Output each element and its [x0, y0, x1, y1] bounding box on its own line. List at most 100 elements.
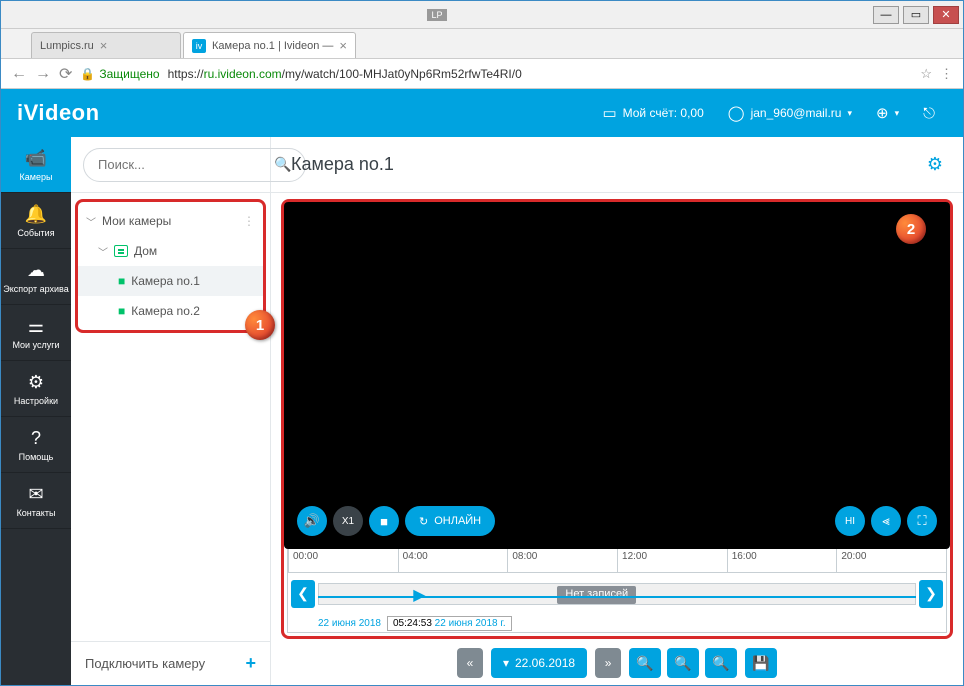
- back-button[interactable]: ←: [11, 65, 27, 83]
- group-icon: [114, 245, 128, 257]
- no-records-label: Нет записей: [557, 586, 636, 604]
- tick: 04:00: [398, 549, 508, 572]
- main-header: Камера no.1 ⚙: [271, 137, 963, 193]
- search-input[interactable]: [98, 157, 274, 172]
- tree-root[interactable]: ﹀ Мои камеры ⋮: [78, 206, 263, 236]
- tick: 00:00: [288, 549, 398, 572]
- titlebar: LP — ▭ ✕: [1, 1, 963, 29]
- plus-icon: +: [245, 653, 256, 674]
- page-title: Камера no.1: [291, 154, 927, 175]
- player-controls: 🔊 X1 ■ ↻ ОНЛАЙН HI ⪡ ⛶: [297, 506, 937, 536]
- reload-button[interactable]: ⟳: [59, 64, 72, 84]
- tick: 16:00: [727, 549, 837, 572]
- rail-settings[interactable]: ⚙Настройки: [1, 361, 71, 417]
- tick: 20:00: [836, 549, 946, 572]
- date-label: 22 июня 2018: [318, 618, 381, 629]
- logout-button[interactable]: ⎋: [911, 89, 947, 137]
- zoom-reset-button[interactable]: 🔍: [705, 648, 737, 678]
- stop-icon: ■: [380, 514, 388, 529]
- connect-camera-button[interactable]: Подключить камеру +: [71, 641, 270, 685]
- forward-button[interactable]: →: [35, 65, 51, 83]
- balance-button[interactable]: ▭ Мой счёт: 0,00: [590, 89, 715, 137]
- timeline-prev-button[interactable]: ❮: [291, 580, 315, 608]
- chevron-down-icon: ﹀: [98, 244, 108, 259]
- rail-cameras[interactable]: 📹Камеры: [1, 137, 71, 193]
- rail-help[interactable]: ?Помощь: [1, 417, 71, 473]
- lock-icon: 🔒: [80, 67, 95, 81]
- more-icon[interactable]: ⋮: [243, 214, 255, 228]
- minimize-button[interactable]: —: [873, 6, 899, 24]
- timeline-ticks: 00:00 04:00 08:00 12:00 16:00 20:00: [288, 549, 946, 573]
- close-icon[interactable]: ×: [100, 38, 108, 53]
- zoom-in-button[interactable]: 🔍: [629, 648, 661, 678]
- user-icon: ◯: [728, 104, 745, 122]
- rail-events[interactable]: 🔔События: [1, 193, 71, 249]
- chevron-down-icon: ▾: [895, 108, 900, 119]
- timeline-track[interactable]: ▶ Нет записей: [318, 583, 916, 605]
- zoom-in-icon: 🔍: [636, 655, 653, 672]
- rail-export[interactable]: ☁Экспорт архива: [1, 249, 71, 305]
- rail-contacts[interactable]: ✉Контакты: [1, 473, 71, 529]
- gear-icon: ⚙: [28, 372, 44, 393]
- timeline: 00:00 04:00 08:00 12:00 16:00 20:00 ❮ ▶ …: [287, 549, 947, 633]
- tree-camera-1[interactable]: ■ Камера no.1: [78, 266, 263, 296]
- nav-rail: 📹Камеры 🔔События ☁Экспорт архива ⚌Мои ус…: [1, 137, 71, 685]
- favicon-icon: iv: [192, 39, 206, 53]
- globe-icon: ⊕: [876, 104, 889, 122]
- address-bar: ← → ⟳ 🔒 Защищено https://ru.ivideon.com/…: [1, 59, 963, 89]
- browser-tab-lumpics[interactable]: Lumpics.ru ×: [31, 32, 181, 58]
- url-text[interactable]: https://ru.ivideon.com/my/watch/100-MHJa…: [168, 67, 913, 81]
- browser-tab-ivideon[interactable]: iv Камера no.1 | Ivideon — ×: [183, 32, 356, 58]
- bell-icon: 🔔: [25, 204, 47, 225]
- share-button[interactable]: ⪡: [871, 506, 901, 536]
- tree-group-home[interactable]: ﹀ Дом: [78, 236, 263, 266]
- window-frame: LP — ▭ ✕ Lumpics.ru × iv Камера no.1 | I…: [0, 0, 964, 686]
- timeline-progress: [318, 596, 916, 598]
- refresh-icon: ↻: [419, 515, 428, 528]
- camera-icon: 📹: [25, 148, 47, 169]
- timeline-body: ❮ ▶ Нет записей ❯: [288, 573, 946, 614]
- fullscreen-icon: ⛶: [917, 513, 926, 529]
- date-prev-fast[interactable]: «: [457, 648, 483, 678]
- app-body: 📹Камеры 🔔События ☁Экспорт архива ⚌Мои ус…: [1, 137, 963, 685]
- timeline-next-button[interactable]: ❯: [919, 580, 943, 608]
- camera-icon: ■: [118, 304, 125, 318]
- mail-icon: ✉: [28, 484, 43, 505]
- mute-button[interactable]: 🔊: [297, 506, 327, 536]
- menu-icon[interactable]: ⋮: [940, 66, 953, 82]
- side-panel: 🔍 ﹀ Мои камеры ⋮ ﹀ Дом ■: [71, 137, 271, 685]
- chevron-down-icon: ﹀: [86, 214, 96, 229]
- secure-indicator: 🔒 Защищено: [80, 67, 159, 81]
- app-header: iVideon ▭ Мой счёт: 0,00 ◯ jan_960@mail.…: [1, 89, 963, 137]
- annotation-box-1: ﹀ Мои камеры ⋮ ﹀ Дом ■ Камера no.1 ■: [75, 199, 266, 333]
- tab-label: Камера no.1 | Ivideon —: [212, 40, 333, 52]
- speed-button[interactable]: X1: [333, 506, 363, 536]
- tab-bar: Lumpics.ru × iv Камера no.1 | Ivideon — …: [1, 29, 963, 59]
- chevron-down-icon: ▾: [847, 108, 852, 119]
- video-player[interactable]: 🔊 X1 ■ ↻ ОНЛАЙН HI ⪡ ⛶: [284, 202, 950, 549]
- help-icon: ?: [31, 428, 41, 449]
- annotation-box-2: 2 🔊 X1 ■ ↻ ОНЛАЙН HI ⪡ ⛶: [281, 199, 953, 639]
- online-button[interactable]: ↻ ОНЛАЙН: [405, 506, 495, 536]
- quality-button[interactable]: HI: [835, 506, 865, 536]
- camera-icon: ■: [118, 274, 125, 288]
- wallet-icon: ▭: [602, 104, 616, 122]
- rail-services[interactable]: ⚌Мои услуги: [1, 305, 71, 361]
- save-button[interactable]: 💾: [745, 648, 777, 678]
- stop-button[interactable]: ■: [369, 506, 399, 536]
- settings-button[interactable]: ⚙: [927, 154, 943, 175]
- language-menu[interactable]: ⊕ ▾: [864, 89, 911, 137]
- star-icon[interactable]: ☆: [920, 66, 932, 82]
- maximize-button[interactable]: ▭: [903, 6, 929, 24]
- search-row: 🔍: [71, 137, 270, 193]
- tree-camera-2[interactable]: ■ Камера no.2: [78, 296, 263, 326]
- playhead-icon[interactable]: ▶: [408, 584, 430, 606]
- date-picker[interactable]: ▾ 22.06.2018: [491, 648, 587, 678]
- annotation-badge-1: 1: [245, 310, 275, 340]
- user-menu[interactable]: ◯ jan_960@mail.ru ▾: [716, 89, 864, 137]
- date-next-fast[interactable]: »: [595, 648, 621, 678]
- fullscreen-button[interactable]: ⛶: [907, 506, 937, 536]
- close-button[interactable]: ✕: [933, 6, 959, 24]
- close-icon[interactable]: ×: [339, 38, 347, 53]
- zoom-out-button[interactable]: 🔍: [667, 648, 699, 678]
